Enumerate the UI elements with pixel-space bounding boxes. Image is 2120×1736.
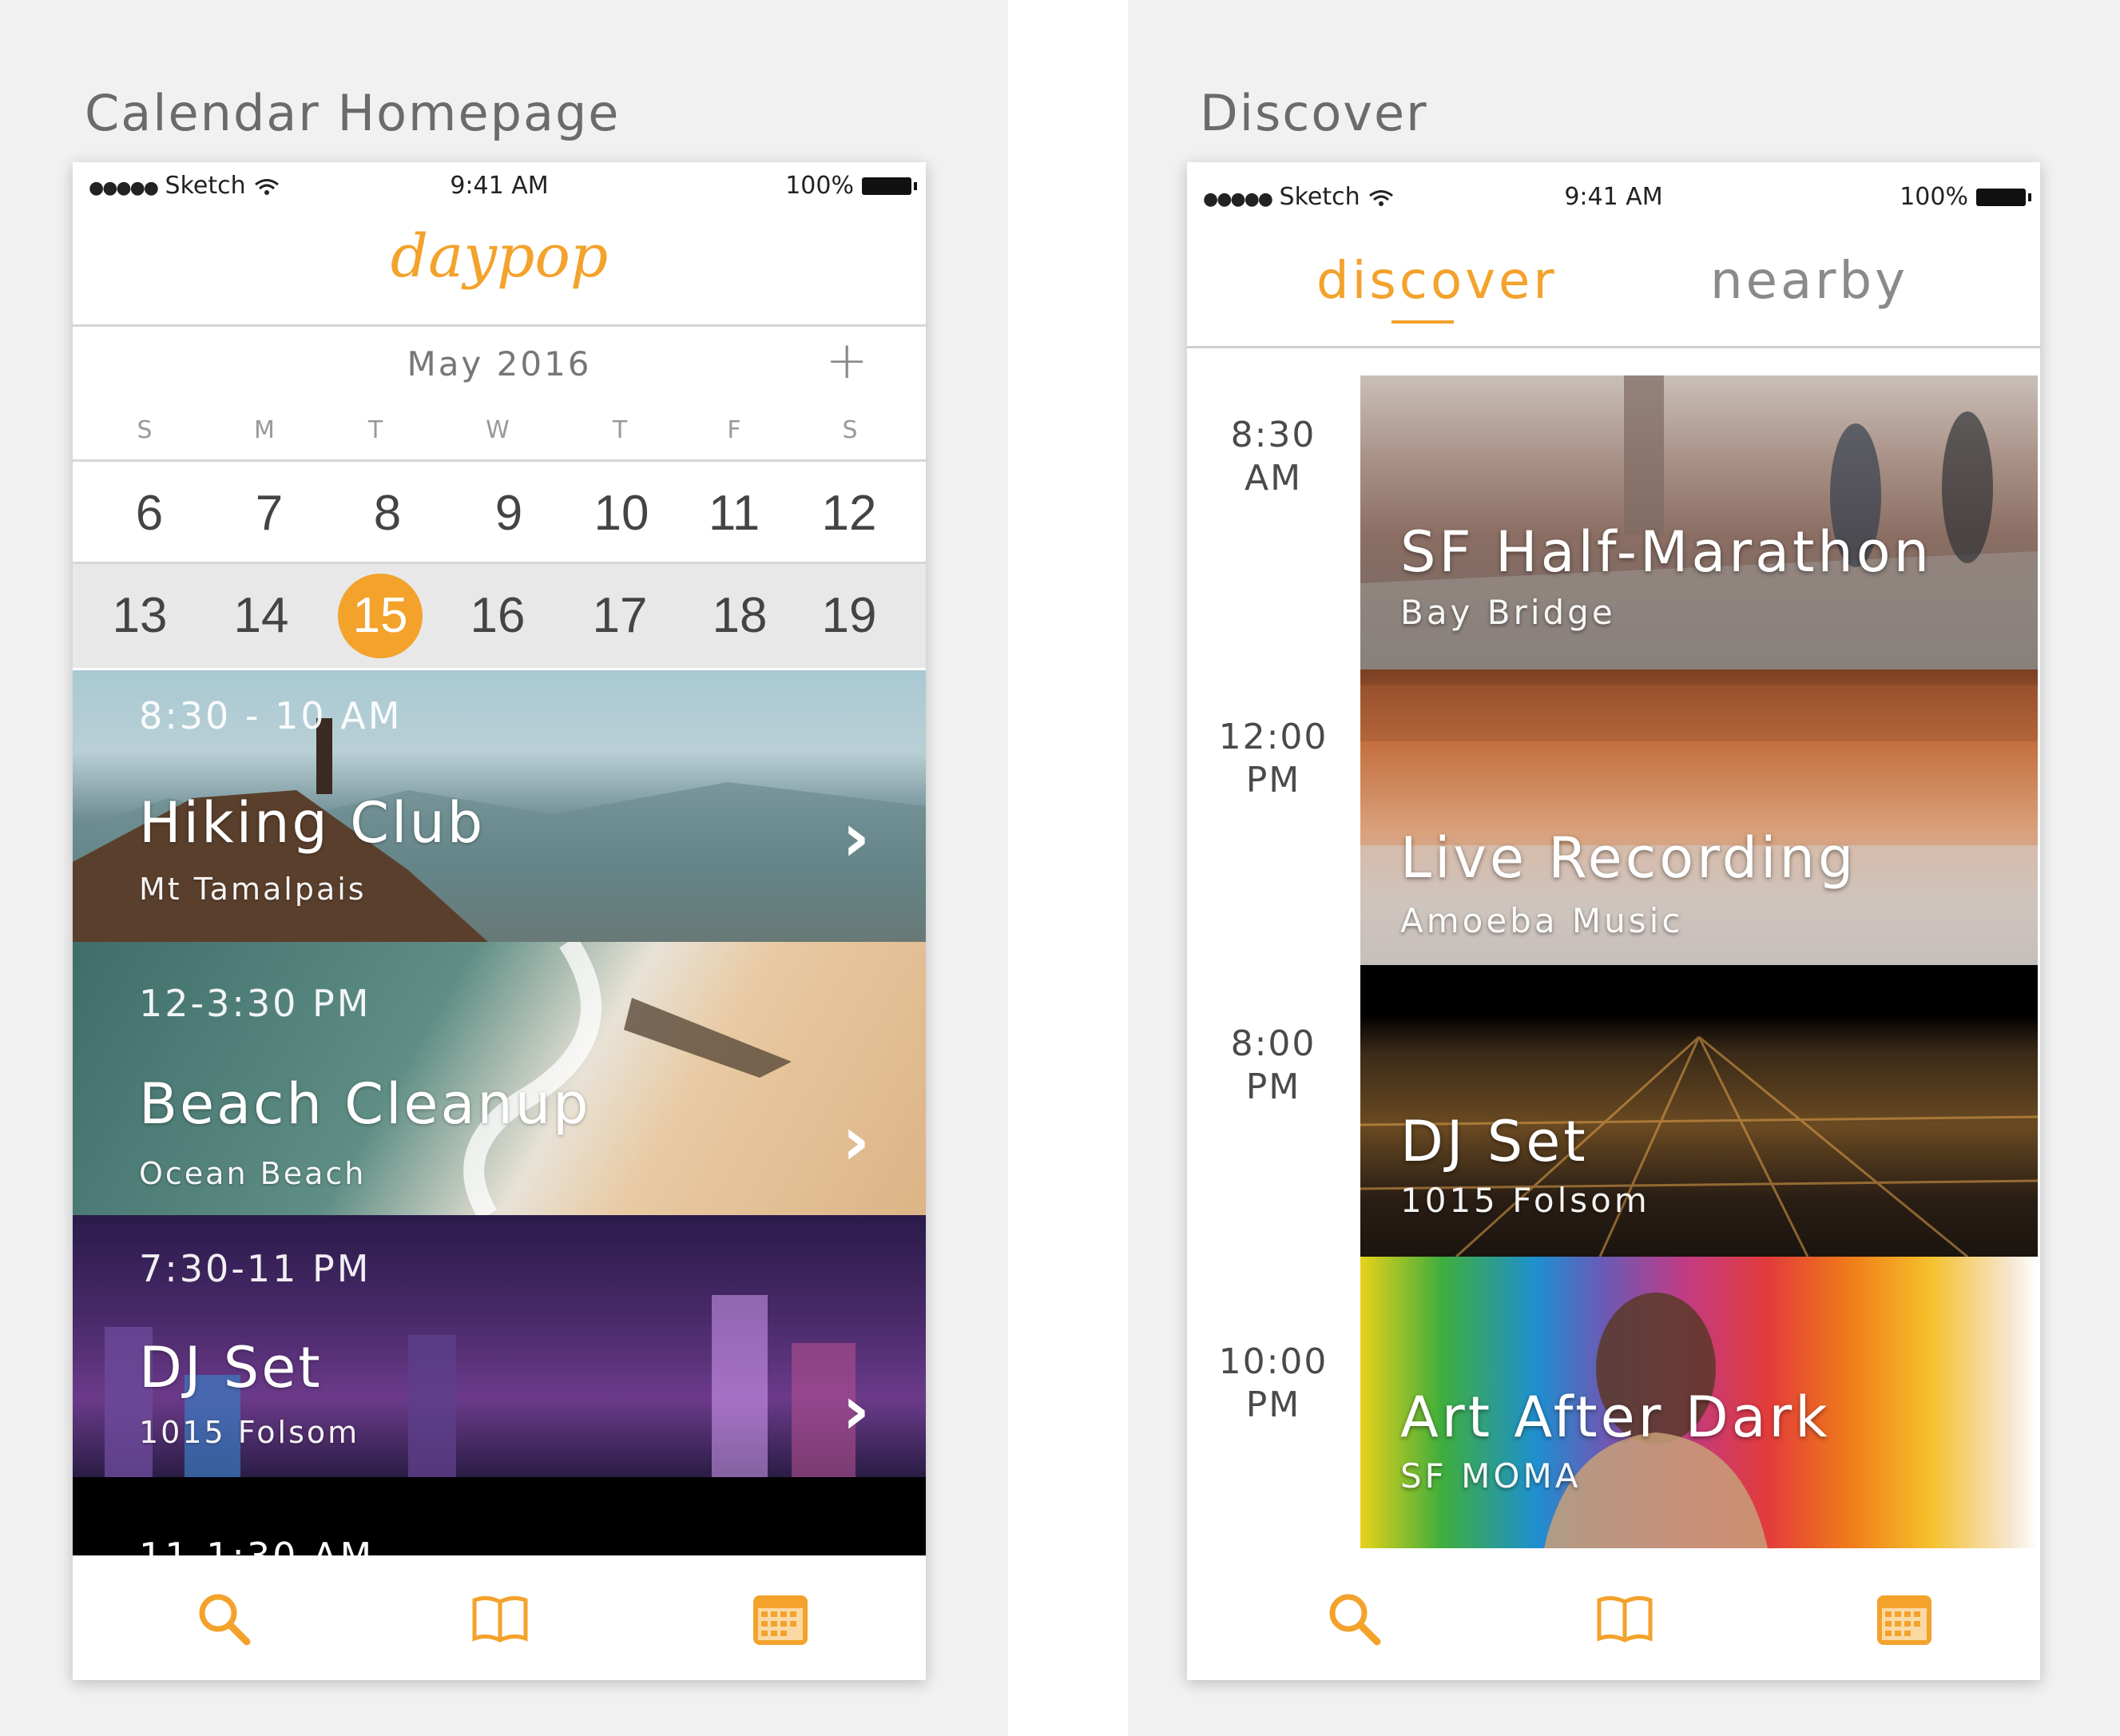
day-cell[interactable]: 17 — [593, 564, 648, 668]
day-cell[interactable]: 16 — [470, 564, 526, 668]
discover-card[interactable]: DJ Set 1015 Folsom — [1360, 965, 2038, 1257]
left-screen-panel: Calendar Homepage ●●●●● Sketch 9:41 AM 1… — [0, 0, 1008, 1736]
weekday-row: S M T W T F S — [73, 416, 926, 448]
time-period: PM — [1245, 1384, 1301, 1425]
discover-card[interactable]: Art After Dark SF MOMA — [1360, 1257, 2038, 1548]
event-card[interactable]: 8:30 - 10 AM Hiking Club Mt Tamalpais › — [73, 670, 926, 942]
event-title: Beach Cleanup — [139, 1071, 591, 1137]
status-bar: ●●●●● Sketch 9:41 AM 100% — [1187, 173, 2040, 223]
tab-nearby[interactable]: nearby — [1710, 252, 1908, 311]
time-value: 12:00 — [1218, 717, 1328, 757]
app-logo: daypop — [390, 222, 609, 291]
divider — [73, 324, 926, 327]
phone-calendar: ●●●●● Sketch 9:41 AM 100% daypop May 201… — [73, 162, 926, 1680]
card-location: Bay Bridge — [1400, 593, 1616, 632]
day-cell[interactable]: 13 — [113, 564, 168, 668]
day-cell[interactable]: 7 — [256, 462, 283, 566]
tab-discover[interactable]: discover — [1316, 252, 1558, 311]
battery-icon — [1976, 188, 2031, 206]
time-label: 10:00 PM — [1187, 1341, 1360, 1427]
weekday-label: W — [486, 416, 510, 444]
event-location: 1015 Folsom — [139, 1415, 360, 1450]
day-cell[interactable]: 10 — [594, 462, 649, 566]
card-title: Art After Dark — [1400, 1384, 1831, 1450]
book-icon[interactable] — [468, 1587, 532, 1651]
card-title: Live Recording — [1400, 825, 1857, 891]
status-bar: ●●●●● Sketch 9:41 AM 100% — [73, 162, 926, 212]
month-label: May 2016 — [407, 344, 592, 383]
battery-label: 100% — [1900, 183, 1968, 211]
battery: 100% — [1900, 183, 2031, 211]
card-title: SF Half-Marathon — [1400, 519, 1932, 585]
phone-discover: ●●●●● Sketch 9:41 AM 100% discover nearb… — [1187, 162, 2040, 1680]
event-time: 12-3:30 PM — [139, 982, 371, 1025]
time-period: PM — [1245, 760, 1301, 800]
day-cell[interactable]: 18 — [713, 564, 768, 668]
day-cell[interactable]: 9 — [495, 462, 522, 566]
day-cell[interactable]: 8 — [374, 462, 401, 566]
tab-bar — [73, 1555, 926, 1680]
plus-icon[interactable]: + — [825, 332, 868, 391]
calendar-icon[interactable] — [1872, 1587, 1936, 1651]
battery: 100% — [785, 172, 917, 200]
weekday-label: S — [137, 416, 153, 444]
battery-icon — [862, 177, 917, 195]
weekday-label: T — [367, 416, 383, 444]
day-cell[interactable]: 11 — [709, 462, 760, 566]
time-value: 8:00 — [1230, 1023, 1316, 1064]
day-cell-selected[interactable]: 15 — [338, 574, 423, 658]
card-location: Amoeba Music — [1400, 901, 1684, 940]
weekday-label: S — [842, 416, 858, 444]
event-location: Mt Tamalpais — [139, 872, 367, 907]
event-time: 7:30-11 PM — [139, 1247, 371, 1290]
chevron-right-icon[interactable]: › — [842, 1102, 870, 1180]
discover-card[interactable]: SF Half-Marathon Bay Bridge — [1360, 375, 2038, 669]
chevron-right-icon[interactable]: › — [842, 1371, 870, 1449]
time-value: 10:00 — [1218, 1341, 1328, 1382]
card-location: 1015 Folsom — [1400, 1181, 1650, 1220]
card-location: SF MOMA — [1400, 1456, 1582, 1496]
time-label: 8:30 AM — [1187, 414, 1360, 500]
day-cell[interactable]: 6 — [136, 462, 163, 566]
week-row-current: 13 14 15 16 17 18 19 — [73, 564, 926, 668]
time-label: 12:00 PM — [1187, 716, 1360, 802]
chevron-right-icon[interactable]: › — [842, 798, 870, 876]
weekday-label: M — [254, 416, 275, 444]
event-card[interactable]: 12-3:30 PM Beach Cleanup Ocean Beach › — [73, 942, 926, 1215]
discover-card[interactable]: Live Recording Amoeba Music — [1360, 669, 2038, 965]
time-period: PM — [1245, 1067, 1301, 1107]
tab-bar — [1187, 1555, 2040, 1680]
screen-heading: Calendar Homepage — [85, 84, 621, 142]
card-title: DJ Set — [1400, 1109, 1589, 1174]
time-value: 8:30 — [1230, 415, 1316, 455]
weekday-label: F — [727, 416, 741, 444]
day-cell[interactable]: 12 — [822, 462, 877, 566]
event-title: DJ Set — [139, 1335, 323, 1400]
event-title: Hiking Club — [139, 790, 486, 856]
book-icon[interactable] — [1593, 1587, 1657, 1651]
event-location: Ocean Beach — [139, 1156, 367, 1191]
search-icon[interactable] — [193, 1587, 256, 1651]
screen-heading: Discover — [1200, 84, 1428, 142]
active-tab-indicator — [1391, 320, 1454, 324]
time-label: 8:00 PM — [1187, 1023, 1360, 1109]
event-time: 8:30 - 10 AM — [139, 694, 403, 737]
divider — [1187, 346, 2040, 348]
week-row: 6 7 8 9 10 11 12 — [73, 462, 926, 566]
calendar-icon[interactable] — [748, 1587, 812, 1651]
weekday-label: T — [612, 416, 628, 444]
day-cell[interactable]: 19 — [822, 564, 877, 668]
event-card-partial[interactable]: 11-1:30 AM — [73, 1477, 926, 1565]
search-icon[interactable] — [1323, 1587, 1387, 1651]
event-card[interactable]: 7:30-11 PM DJ Set 1015 Folsom › — [73, 1215, 926, 1477]
day-cell[interactable]: 14 — [234, 564, 289, 668]
time-period: AM — [1244, 458, 1303, 499]
battery-label: 100% — [785, 172, 854, 200]
